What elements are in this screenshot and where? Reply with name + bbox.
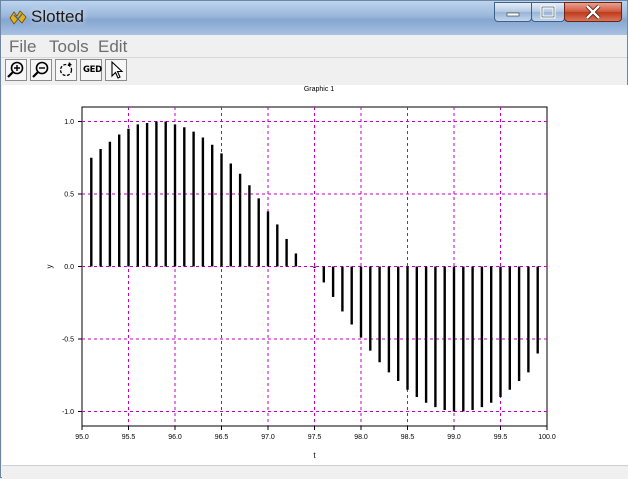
x-tick-label: 99.0 <box>447 434 461 441</box>
y-tick-label: 1.0 <box>64 119 74 126</box>
x-axis-label: t <box>313 451 316 460</box>
y-tick-label: 0.0 <box>64 264 74 271</box>
chart-title: Graphic 1 <box>304 86 334 93</box>
zoom-out-icon <box>32 61 49 78</box>
x-tick-label: 96.5 <box>215 434 229 441</box>
ged-button[interactable]: GED <box>80 59 102 81</box>
title-bar[interactable]: Slotted <box>1 1 627 35</box>
menu-edit[interactable]: Edit <box>98 37 127 57</box>
close-button[interactable] <box>564 2 622 22</box>
x-tick-label: 96.0 <box>168 434 182 441</box>
ged-label: GED <box>83 65 102 75</box>
x-tick-label: 97.5 <box>308 434 322 441</box>
graphic-canvas[interactable]: Graphic 1 t y 95.0 95.5 96.0 96.5 97.0 97.5 98… <box>2 85 628 465</box>
y-tick-label: -0.5 <box>62 337 74 344</box>
menu-tools[interactable]: Tools <box>49 37 89 57</box>
maximize-button[interactable] <box>531 2 565 22</box>
x-tick-label: 98.5 <box>401 434 415 441</box>
menu-bar: File Tools Edit <box>1 35 627 58</box>
x-tick-label: 100.0 <box>538 434 556 441</box>
y-tick-label: 0.5 <box>64 192 74 199</box>
chart-svg: Graphic 1 t y 95.0 95.5 96.0 96.5 97.0 97.5 98… <box>45 86 556 460</box>
pointer-button[interactable] <box>105 59 127 81</box>
minimize-icon <box>506 12 520 17</box>
close-icon <box>585 4 601 20</box>
window-title: Slotted <box>31 7 84 26</box>
rotate-button[interactable] <box>55 59 77 81</box>
menu-file[interactable]: File <box>9 37 36 57</box>
x-tick-label: 95.5 <box>122 434 136 441</box>
x-tick-label: 98.0 <box>354 434 368 441</box>
pointer-icon <box>111 60 124 79</box>
scilab-icon <box>9 9 27 25</box>
maximize-icon <box>540 5 556 19</box>
zoom-in-icon <box>7 61 24 78</box>
app-window: Slotted File Tools Edit GED Graphic 1 t … <box>0 0 628 479</box>
y-axis-label: y <box>45 265 54 269</box>
y-tick-label: -1.0 <box>62 409 74 416</box>
x-tick-label: 97.0 <box>261 434 275 441</box>
x-tick-label: 95.0 <box>75 434 89 441</box>
zoom-out-button[interactable] <box>30 59 52 81</box>
rotate-icon <box>59 62 73 77</box>
minimize-button[interactable] <box>494 2 532 22</box>
zoom-in-button[interactable] <box>5 59 27 81</box>
x-tick-label: 99.5 <box>494 434 508 441</box>
status-bar <box>2 465 628 479</box>
